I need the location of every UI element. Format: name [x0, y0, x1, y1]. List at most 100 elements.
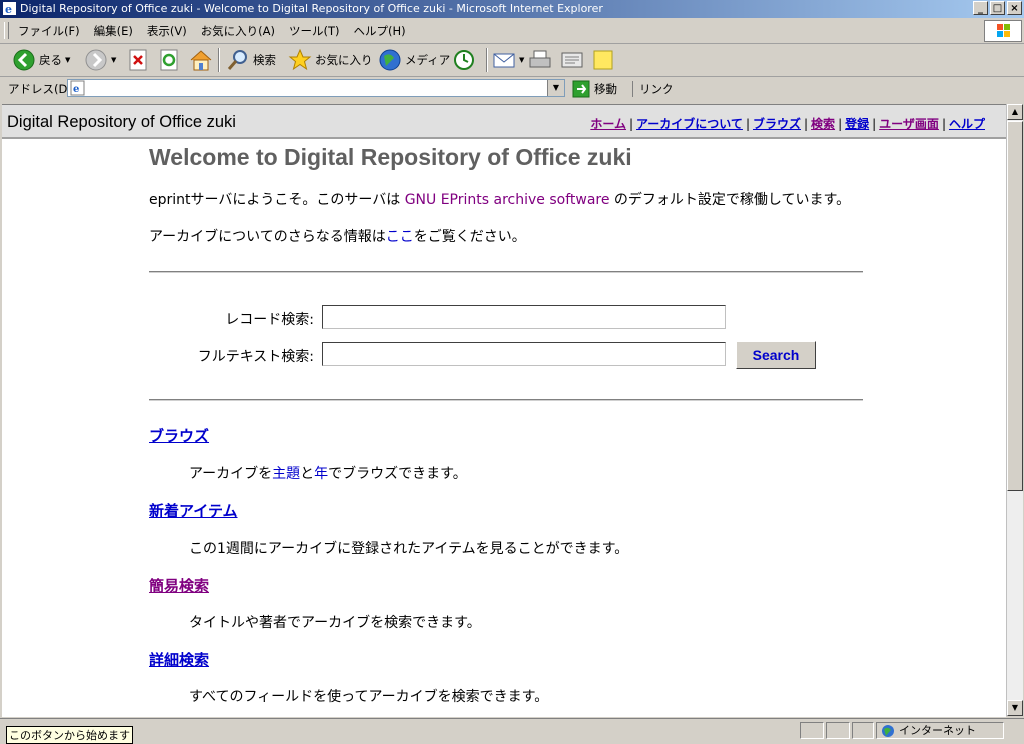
edit-button[interactable] — [560, 47, 584, 73]
forward-button[interactable]: ▼ — [84, 47, 116, 73]
simple-search-link[interactable]: 簡易検索 — [149, 575, 209, 596]
svg-text:e: e — [5, 3, 12, 15]
eprints-link[interactable]: GNU EPrints archive software — [405, 192, 610, 208]
messenger-button[interactable] — [592, 47, 614, 73]
info-here-link[interactable]: ここ — [386, 229, 414, 245]
menu-edit[interactable]: 編集(E) — [94, 23, 133, 39]
media-globe-icon — [379, 49, 401, 71]
zone-label: インターネット — [899, 724, 976, 737]
site-header: Digital Repository of Office zuki ホーム | アー… — [2, 105, 1006, 139]
go-button[interactable]: 移動 — [572, 80, 617, 98]
go-arrow-icon — [572, 80, 590, 98]
favorites-label: お気に入り — [315, 53, 373, 67]
refresh-icon — [160, 49, 178, 71]
advanced-search-link[interactable]: 詳細検索 — [149, 649, 209, 670]
back-button[interactable]: 戻る ▼ — [12, 47, 70, 73]
search-label: 検索 — [253, 53, 276, 67]
menu-help[interactable]: ヘルプ(H) — [354, 23, 406, 39]
home-button[interactable] — [189, 47, 213, 73]
menu-bar: ファイル(F) 編集(E) 表示(V) お気に入り(A) ツール(T) ヘルプ(… — [0, 19, 1024, 44]
status-panel-2 — [826, 722, 850, 739]
ie-logo-icon: e — [3, 2, 16, 15]
address-input[interactable]: e ▼ — [67, 79, 565, 97]
mail-button[interactable]: ▼ — [492, 47, 524, 73]
back-label: 戻る — [39, 53, 62, 67]
address-dropdown-icon[interactable]: ▼ — [547, 80, 564, 96]
page-title: Welcome to Digital Repository of Office … — [149, 144, 632, 170]
status-panel-1 — [800, 722, 824, 739]
print-button[interactable] — [528, 47, 552, 73]
window-title: Digital Repository of Office zuki - Welc… — [20, 2, 603, 15]
site-title: Digital Repository of Office zuki — [7, 113, 236, 131]
fulltext-search-label: フルテキスト検索: — [197, 349, 314, 365]
latest-items-link[interactable]: 新着アイテム — [149, 500, 238, 521]
maximize-button[interactable]: □ — [990, 1, 1005, 15]
search-button[interactable]: 検索 — [226, 47, 276, 73]
menu-favorites[interactable]: お気に入り(A) — [201, 23, 275, 39]
nav-browse[interactable]: ブラウズ — [753, 117, 801, 131]
svg-text:e: e — [73, 84, 79, 95]
links-button[interactable]: リンク — [632, 81, 674, 97]
browse-link[interactable]: ブラウズ — [149, 425, 209, 446]
mail-dropdown-icon[interactable]: ▼ — [519, 56, 524, 64]
forward-dropdown-icon[interactable]: ▼ — [111, 56, 116, 64]
nav-help[interactable]: ヘルプ — [949, 117, 985, 131]
info-text: アーカイブについてのさらなる情報はここをご覧ください。 — [149, 229, 526, 245]
divider-bottom — [149, 399, 863, 401]
page-content: Digital Repository of Office zuki ホーム | アー… — [2, 104, 1006, 717]
edit-page-icon — [561, 52, 583, 68]
toolbar-grip — [4, 22, 9, 39]
stop-icon — [129, 49, 147, 71]
stop-button[interactable] — [128, 47, 148, 73]
nav-home[interactable]: ホーム — [590, 117, 626, 131]
home-icon — [190, 50, 212, 71]
standard-toolbar: 戻る ▼ ▼ 検索 お気に入り メディア ▼ — [0, 44, 1024, 77]
browse-subject-link[interactable]: 主題 — [272, 466, 300, 482]
close-button[interactable]: × — [1007, 1, 1022, 15]
advanced-search-description: すべてのフィールドを使ってアーカイブを検索できます。 — [189, 689, 549, 705]
simple-search-description: タイトルや著者でアーカイブを検索できます。 — [189, 615, 481, 631]
minimize-button[interactable]: _ — [973, 1, 988, 15]
back-arrow-icon — [13, 49, 35, 71]
nav-deposit[interactable]: 登録 — [845, 117, 869, 131]
security-zone: インターネット — [876, 722, 1004, 739]
scroll-down-button[interactable]: ▼ — [1007, 700, 1023, 716]
internet-globe-icon — [882, 724, 894, 737]
record-search-input[interactable] — [322, 305, 726, 329]
fulltext-search-input[interactable] — [322, 342, 726, 366]
latest-items-description: この1週間にアーカイブに登録されたアイテムを見ることができます。 — [189, 541, 629, 557]
note-icon — [593, 50, 613, 70]
browse-description: アーカイブを主題と年でブラウズできます。 — [189, 466, 467, 482]
media-label: メディア — [405, 53, 451, 67]
nav-user-area[interactable]: ユーザ画面 — [879, 117, 939, 131]
title-bar: e Digital Repository of Office zuki - We… — [0, 0, 1024, 18]
back-dropdown-icon[interactable]: ▼ — [65, 56, 70, 64]
star-icon — [288, 48, 312, 71]
status-bar: このボタンから始めます インターネット — [0, 718, 1024, 744]
status-tooltip: このボタンから始めます — [6, 726, 133, 744]
browse-year-link[interactable]: 年 — [314, 466, 328, 482]
scroll-up-button[interactable]: ▲ — [1007, 104, 1023, 120]
scroll-thumb[interactable] — [1007, 121, 1023, 491]
mail-icon — [493, 53, 515, 68]
refresh-button[interactable] — [159, 47, 179, 73]
search-submit-button[interactable]: Search — [736, 341, 816, 369]
menu-tools[interactable]: ツール(T) — [289, 23, 340, 39]
windows-logo-icon — [984, 20, 1022, 42]
nav-about[interactable]: アーカイブについて — [636, 117, 743, 131]
history-icon — [454, 50, 474, 70]
menu-view[interactable]: 表示(V) — [147, 23, 187, 39]
printer-icon — [529, 50, 551, 68]
address-label: アドレス(D) — [8, 82, 72, 96]
divider-top — [149, 271, 863, 273]
address-bar: アドレス(D) e ▼ 移動 リンク — [0, 77, 1024, 101]
vertical-scrollbar[interactable]: ▲ ▼ — [1006, 104, 1023, 716]
nav-search[interactable]: 検索 — [811, 117, 835, 131]
intro-text: eprintサーバにようこそ。このサーバは GNU EPrints archiv… — [149, 192, 851, 208]
menu-file[interactable]: ファイル(F) — [18, 23, 80, 39]
media-button[interactable]: メディア — [378, 47, 450, 73]
search-icon — [227, 50, 247, 70]
go-label: 移動 — [594, 82, 617, 96]
history-button[interactable] — [452, 47, 476, 73]
favorites-button[interactable]: お気に入り — [288, 47, 373, 73]
